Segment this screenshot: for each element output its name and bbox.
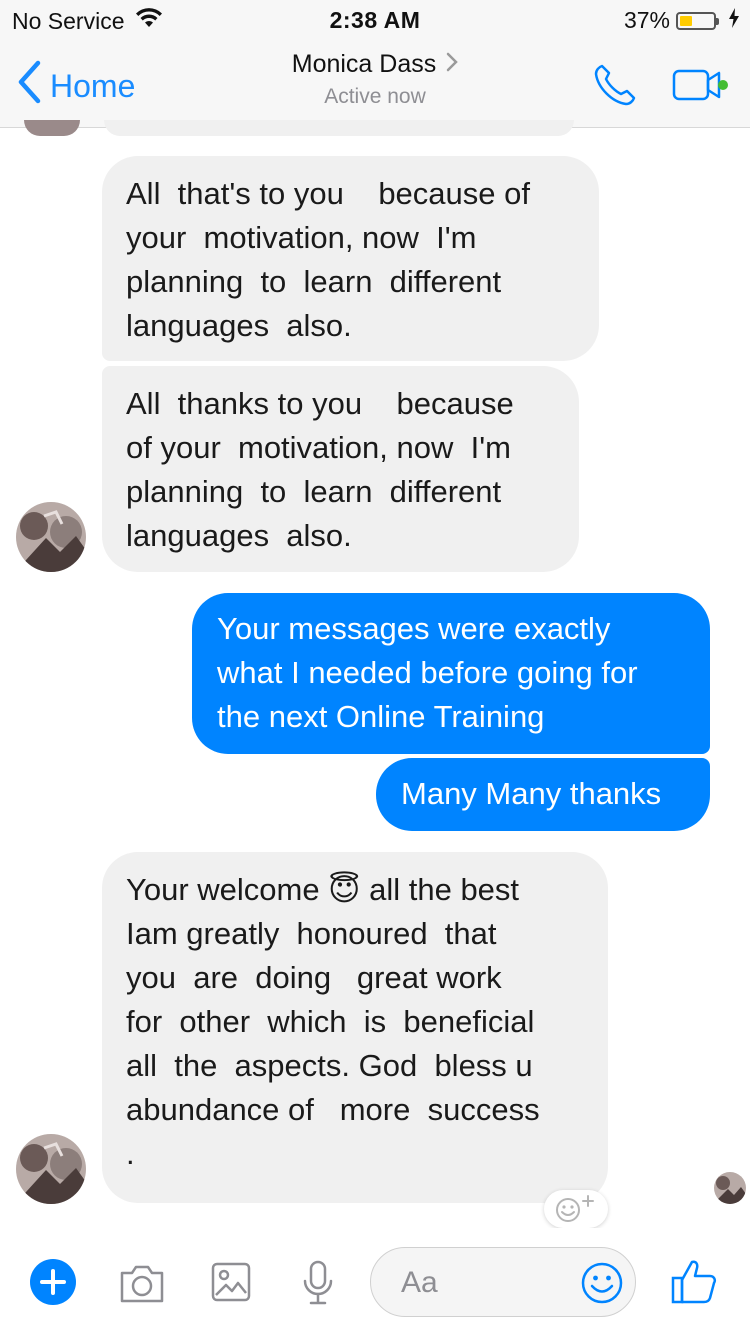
message-bubble-outgoing[interactable]: Your messages were exactly what I needed…: [192, 593, 710, 754]
video-camera-icon[interactable]: [672, 67, 728, 108]
contact-avatar[interactable]: [16, 1134, 86, 1204]
microphone-icon[interactable]: [300, 1259, 336, 1312]
gallery-icon[interactable]: [210, 1261, 252, 1308]
battery-icon: [676, 11, 719, 30]
message-bubble-outgoing[interactable]: Many Many thanks: [376, 758, 710, 831]
nav-bar: Home Monica Dass Active now: [0, 40, 750, 128]
call-actions: [592, 62, 728, 113]
contact-avatar[interactable]: [16, 502, 86, 572]
message-bubble-incoming[interactable]: All thanks to you because of your motiva…: [102, 366, 579, 572]
status-right: 37%: [624, 7, 740, 34]
message-bubble-incoming[interactable]: Your welcome 😇 all the best Iam greatly …: [102, 852, 608, 1203]
message-input-container: [370, 1247, 636, 1317]
charging-bolt-icon: [728, 7, 740, 34]
phone-icon[interactable]: [592, 62, 638, 113]
contact-name-row: Monica Dass: [292, 50, 459, 79]
battery-percent: 37%: [623, 7, 670, 33]
plus-icon[interactable]: [30, 1259, 76, 1310]
emoji-icon[interactable]: [579, 1260, 625, 1311]
battery-fill: [680, 15, 692, 26]
contact-name: Monica Dass: [291, 50, 437, 78]
read-receipt-avatar: [714, 1172, 746, 1204]
composer-bar: [0, 1228, 750, 1334]
thumbs-up-icon[interactable]: [670, 1256, 718, 1311]
chevron-right-icon: [446, 50, 459, 79]
add-reaction-icon[interactable]: [544, 1190, 608, 1228]
camera-icon[interactable]: [118, 1261, 166, 1310]
message-bubble-incoming[interactable]: All that's to you because of your motiva…: [102, 156, 599, 361]
avatar: [24, 120, 80, 136]
message-input[interactable]: [399, 1260, 583, 1306]
status-bar: No Service 2:38 AM 37%: [0, 0, 750, 40]
partial-message-bubble: [104, 120, 574, 136]
